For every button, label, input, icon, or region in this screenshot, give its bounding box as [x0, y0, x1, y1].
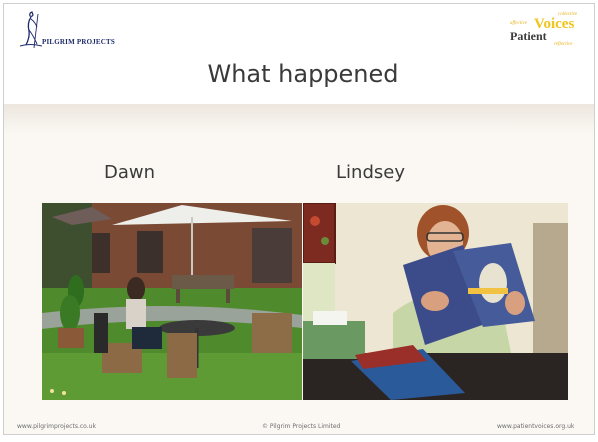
slide-title: What happened	[207, 60, 399, 88]
pv-patient-text: Patient	[510, 29, 547, 43]
patient-voices-logo: collective affective Voices Patient refl…	[506, 12, 584, 56]
pv-affective-text: affective	[510, 21, 527, 26]
lindsey-photo	[303, 203, 568, 400]
footer-copyright: © Pilgrim Projects Limited	[262, 423, 341, 430]
footer-right-url: www.patientvoices.org.uk	[497, 423, 575, 430]
person-name-lindsey: Lindsey	[336, 162, 405, 183]
pilgrim-projects-logo: PILGRIM PROJECTS	[18, 10, 128, 54]
header-shadow	[4, 104, 594, 134]
footer-left-url: www.pilgrimprojects.co.uk	[17, 423, 96, 430]
pv-reflective-text: reflective	[554, 42, 573, 47]
dawn-photo	[42, 203, 302, 400]
person-name-dawn: Dawn	[104, 162, 156, 183]
pilgrim-logo-text: PILGRIM PROJECTS	[42, 38, 116, 46]
slide: PILGRIM PROJECTS collective affective Vo…	[4, 4, 594, 434]
